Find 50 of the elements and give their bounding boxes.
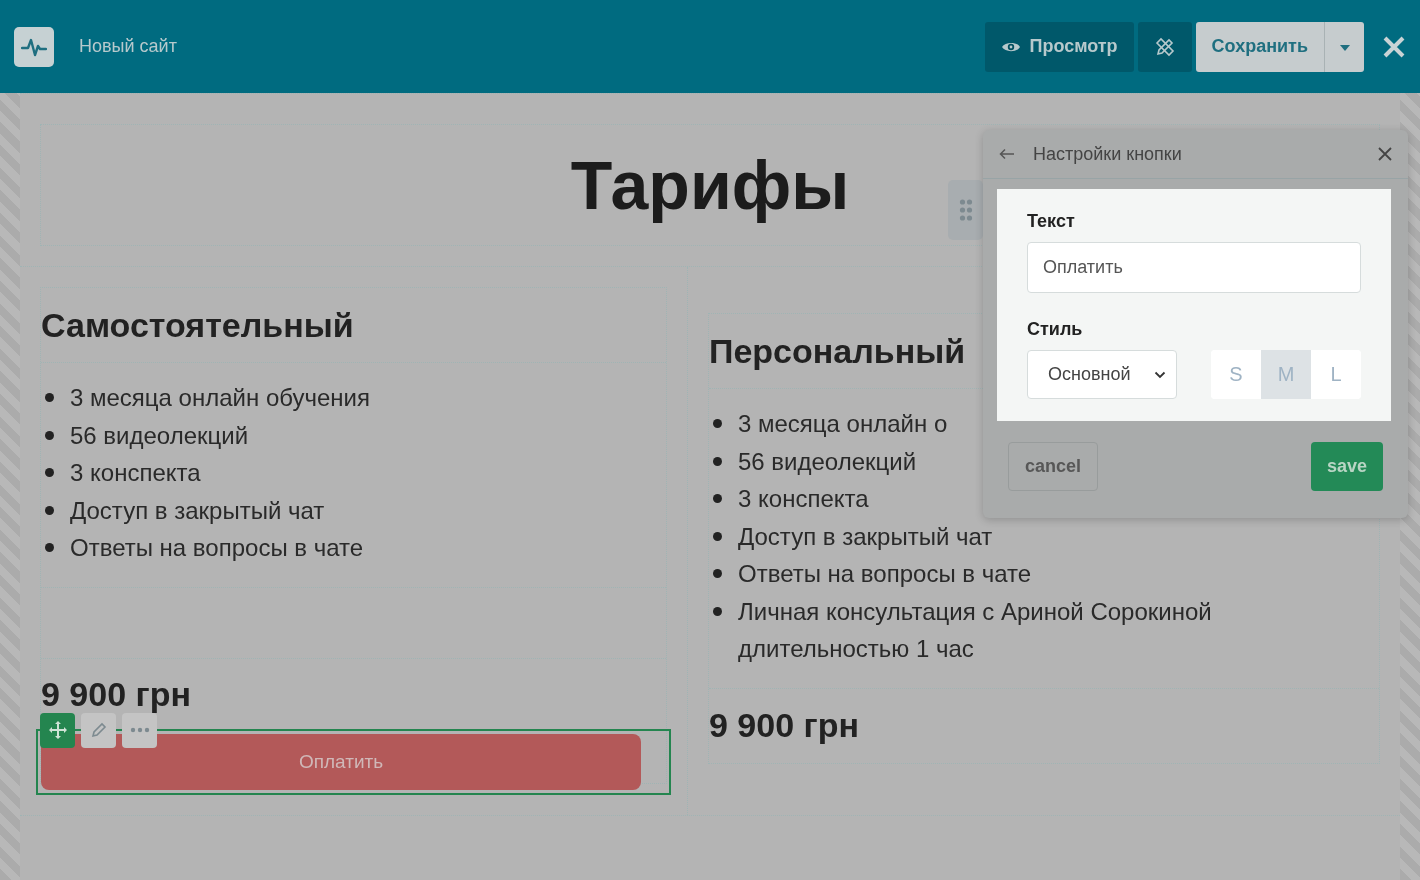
bullet-icon bbox=[713, 606, 722, 616]
plan-feature: Доступ в закрытый чат bbox=[70, 495, 325, 526]
plan-price: 9 900 грн bbox=[41, 675, 191, 714]
plan-feature: 3 конспекта bbox=[738, 484, 869, 514]
plan-name: Персональный bbox=[709, 331, 966, 371]
plan-feature: 3 месяца онлайн о bbox=[738, 409, 948, 439]
save-button[interactable]: Сохранить bbox=[1195, 21, 1324, 72]
bullet-icon bbox=[45, 505, 54, 515]
field-label: Текст bbox=[1027, 211, 1076, 232]
size-option[interactable]: M bbox=[1261, 350, 1311, 399]
save-button[interactable]: save bbox=[1311, 442, 1383, 491]
plan-feature: 3 конспекта bbox=[70, 458, 201, 488]
bullet-icon bbox=[45, 543, 54, 552]
bullet-icon bbox=[713, 456, 722, 466]
plan-feature: Доступ в закрытый чат bbox=[738, 521, 993, 552]
plan-feature: Личная консультация с Ариной Сорокиной длительностью 1 час bbox=[738, 596, 1213, 664]
style-dropdown[interactable]: Основной bbox=[1027, 350, 1177, 399]
bullet-icon bbox=[713, 419, 722, 428]
page-heading: Тарифы bbox=[570, 146, 850, 224]
pay-button[interactable]: Оплатить bbox=[41, 733, 641, 790]
pencil-icon[interactable] bbox=[81, 712, 116, 748]
bullet-icon bbox=[713, 531, 722, 541]
panel-title: Настройки кнопки bbox=[1033, 143, 1183, 165]
design-tools-button[interactable] bbox=[1137, 21, 1192, 72]
back-arrow-icon[interactable] bbox=[999, 148, 1015, 160]
pencil-ruler-icon bbox=[1153, 35, 1176, 58]
more-icon[interactable] bbox=[122, 712, 157, 748]
plan-feature: 56 видеолекций bbox=[70, 420, 249, 451]
pulse-logo-icon[interactable] bbox=[14, 26, 54, 67]
plan-feature: Ответы на вопросы в чате bbox=[70, 533, 364, 563]
site-name: Новый сайт bbox=[79, 36, 177, 57]
bullet-icon bbox=[45, 430, 54, 440]
plan-price: 9 900 грн bbox=[709, 706, 859, 745]
caret-icon bbox=[1339, 45, 1350, 51]
plan-feature: 3 месяца онлайн обучения bbox=[70, 383, 370, 413]
preview-button[interactable]: Просмотр bbox=[985, 21, 1134, 72]
plan-name: Самостоятельный bbox=[41, 305, 354, 345]
bullet-icon bbox=[45, 468, 54, 477]
plan-feature: Ответы на вопросы в чате bbox=[738, 559, 1032, 589]
chevron-down-icon bbox=[1154, 370, 1166, 379]
bullet-icon bbox=[713, 494, 722, 503]
bullet-icon bbox=[45, 393, 54, 402]
drag-handle-icon[interactable] bbox=[948, 180, 983, 240]
bullet-icon bbox=[713, 569, 722, 578]
cancel-button[interactable]: cancel bbox=[1008, 442, 1099, 491]
move-icon[interactable] bbox=[40, 712, 75, 748]
field-label: Стиль bbox=[1027, 319, 1084, 340]
text-input-field[interactable]: Оплатить bbox=[1027, 242, 1361, 293]
close-icon[interactable] bbox=[1378, 147, 1392, 161]
plan-feature: 56 видеолекций bbox=[738, 446, 917, 477]
